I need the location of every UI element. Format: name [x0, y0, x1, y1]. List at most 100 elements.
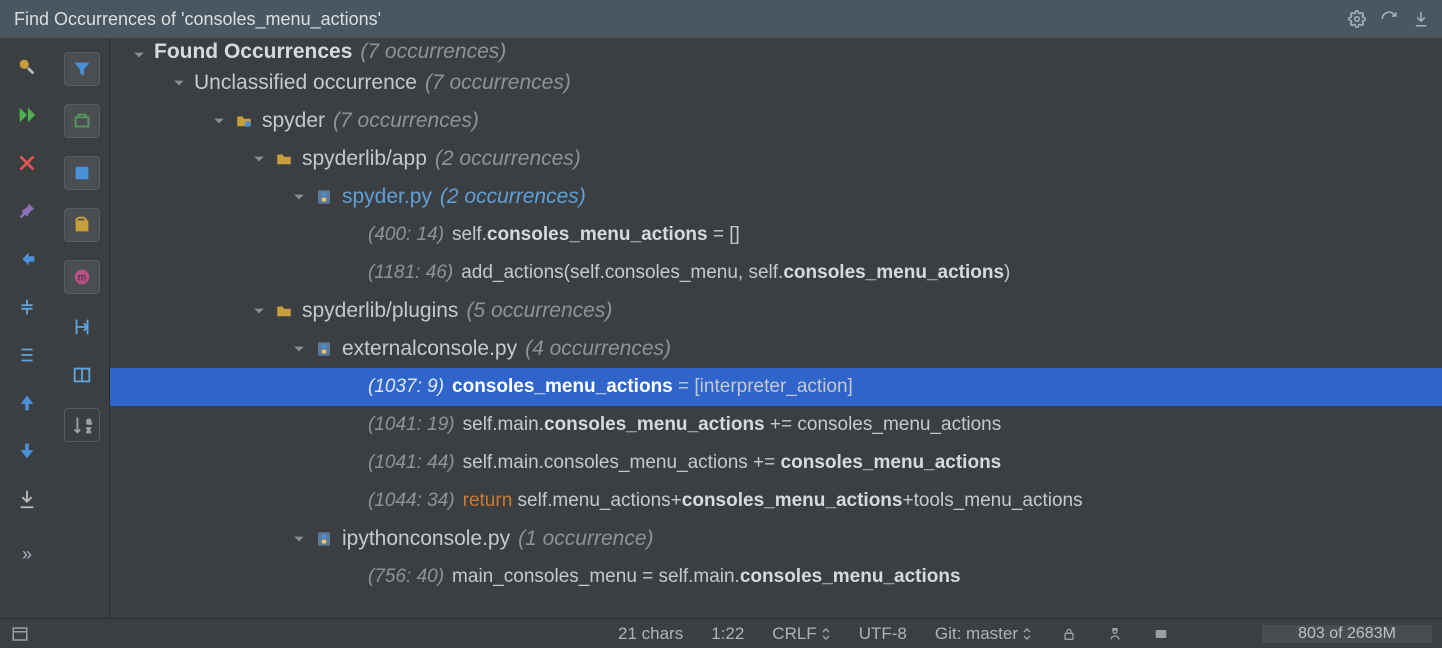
settings-wrench-icon[interactable]	[12, 52, 42, 82]
chevron-down-icon[interactable]	[210, 112, 228, 130]
status-position[interactable]: 1:22	[711, 624, 744, 644]
occurrence-code: add_actions(self.consoles_menu, self.con…	[461, 262, 1010, 284]
status-encoding[interactable]: UTF-8	[859, 624, 907, 644]
occurrence-location: (1041: 19)	[368, 414, 455, 436]
tree-node-file[interactable]: externalconsole.py (4 occurrences)	[110, 330, 1442, 368]
svg-text:m: m	[77, 273, 85, 284]
svg-text:z: z	[86, 425, 90, 434]
group-by-usage-icon[interactable]	[64, 156, 100, 190]
more-icon[interactable]: »	[22, 544, 32, 565]
inspector-icon[interactable]	[1106, 625, 1124, 643]
left-toolbar-secondary: m az	[54, 38, 110, 618]
folder-icon	[274, 301, 294, 321]
scroll-from-source-icon[interactable]	[67, 312, 97, 342]
occurrence-code: self.main.consoles_menu_actions += conso…	[463, 452, 1002, 474]
chevron-down-icon[interactable]	[290, 530, 308, 548]
tree-node-directory[interactable]: spyderlib/plugins (5 occurrences)	[110, 292, 1442, 330]
occurrence-code: main_consoles_menu = self.main.consoles_…	[452, 566, 961, 588]
expand-all-icon[interactable]	[12, 340, 42, 370]
group-by-file-icon[interactable]	[64, 208, 100, 242]
node-label: Unclassified occurrence	[194, 71, 417, 95]
status-bar: 21 chars 1:22 CRLF UTF-8 Git: master 803…	[0, 618, 1442, 648]
file-count: (1 occurrence)	[518, 527, 653, 551]
tree-leaf-occurrence[interactable]: (1041: 44) self.main.consoles_menu_actio…	[110, 444, 1442, 482]
chevron-down-icon[interactable]	[250, 150, 268, 168]
node-count: (5 occurrences)	[466, 299, 612, 323]
tool-window-title: Find Occurrences of 'consoles_menu_actio…	[14, 9, 381, 30]
chevron-down-icon[interactable]	[290, 188, 308, 206]
node-count: (7 occurrences)	[425, 71, 571, 95]
status-line-separator[interactable]: CRLF	[772, 624, 830, 644]
file-label: ipythonconsole.py	[342, 527, 510, 551]
tool-window-titlebar: Find Occurrences of 'consoles_menu_actio…	[0, 0, 1442, 38]
back-icon[interactable]	[12, 244, 42, 274]
gear-icon[interactable]	[1346, 8, 1368, 30]
node-label: spyderlib/plugins	[302, 299, 458, 323]
memory-text: 803 of 2683M	[1262, 625, 1432, 643]
tree-leaf-occurrence[interactable]: (1181: 46) add_actions(self.consoles_men…	[110, 254, 1442, 292]
occurrence-location: (756: 40)	[368, 566, 444, 588]
chevron-down-icon[interactable]	[170, 74, 188, 92]
occurrence-location: (1037: 9)	[368, 376, 444, 398]
occurrence-code: consoles_menu_actions = [interpreter_act…	[452, 376, 853, 398]
group-by-module-icon[interactable]	[64, 104, 100, 138]
node-label: spyder	[262, 109, 325, 133]
reload-icon[interactable]	[1378, 8, 1400, 30]
occurrence-location: (1181: 46)	[368, 262, 453, 284]
file-label: spyder.py	[342, 185, 432, 209]
main-content: » m az Found Occurre	[0, 38, 1442, 618]
tree-leaf-occurrence[interactable]: (400: 14) self.consoles_menu_actions = […	[110, 216, 1442, 254]
root-count: (7 occurrences)	[360, 40, 506, 64]
collapse-all-icon[interactable]	[12, 292, 42, 322]
prev-occurrence-icon[interactable]	[12, 388, 42, 418]
memory-indicator[interactable]: 803 of 2683M	[1262, 625, 1432, 643]
file-label: externalconsole.py	[342, 337, 517, 361]
export-icon[interactable]	[1410, 8, 1432, 30]
file-count: (2 occurrences)	[440, 185, 586, 209]
occurrence-location: (1041: 44)	[368, 452, 455, 474]
file-count: (4 occurrences)	[525, 337, 671, 361]
group-by-method-icon[interactable]: m	[64, 260, 100, 294]
notifications-icon[interactable]	[1152, 625, 1170, 643]
structure-view-icon[interactable]	[10, 624, 30, 644]
next-occurrence-icon[interactable]	[12, 436, 42, 466]
root-label: Found Occurrences	[154, 40, 352, 64]
tree-leaf-occurrence[interactable]: (1044: 34) return self.menu_actions+cons…	[110, 482, 1442, 520]
tree-leaf-occurrence[interactable]: (756: 40) main_consoles_menu = self.main…	[110, 558, 1442, 596]
tree-node-file[interactable]: spyder.py (2 occurrences)	[110, 178, 1442, 216]
occurrence-code: return self.menu_actions+consoles_menu_a…	[463, 490, 1083, 512]
chevron-down-icon[interactable]	[130, 46, 148, 64]
tree-node-unclassified[interactable]: Unclassified occurrence (7 occurrences)	[110, 64, 1442, 102]
status-chars: 21 chars	[618, 624, 683, 644]
tree-leaf-occurrence[interactable]: (1037: 9) consoles_menu_actions = [inter…	[110, 368, 1442, 406]
chevron-down-icon[interactable]	[290, 340, 308, 358]
close-icon[interactable]	[12, 148, 42, 178]
tree-leaf-occurrence[interactable]: (1041: 19) self.main.consoles_menu_actio…	[110, 406, 1442, 444]
occurrence-code: self.consoles_menu_actions = []	[452, 224, 740, 246]
python-file-icon	[314, 339, 334, 359]
pin-icon[interactable]	[12, 196, 42, 226]
sort-alpha-icon[interactable]: az	[64, 408, 100, 442]
occurrence-location: (1044: 34)	[368, 490, 455, 512]
status-git-branch[interactable]: Git: master	[935, 624, 1032, 644]
filter-icon[interactable]	[64, 52, 100, 86]
tree-node-directory[interactable]: spyderlib/app (2 occurrences)	[110, 140, 1442, 178]
tree-root[interactable]: Found Occurrences (7 occurrences)	[110, 38, 1442, 64]
tree-node-file[interactable]: ipythonconsole.py (1 occurrence)	[110, 520, 1442, 558]
node-count: (7 occurrences)	[333, 109, 479, 133]
tree-node-project[interactable]: spyder (7 occurrences)	[110, 102, 1442, 140]
python-file-icon	[314, 529, 334, 549]
left-toolbar-primary: »	[0, 38, 54, 618]
lock-icon[interactable]	[1060, 625, 1078, 643]
node-label: spyderlib/app	[302, 147, 427, 171]
python-file-icon	[314, 187, 334, 207]
rerun-icon[interactable]	[12, 100, 42, 130]
download-icon[interactable]	[12, 484, 42, 514]
chevron-down-icon[interactable]	[250, 302, 268, 320]
results-tree[interactable]: Found Occurrences (7 occurrences) Unclas…	[110, 38, 1442, 618]
folder-icon	[274, 149, 294, 169]
occurrence-code: self.main.consoles_menu_actions += conso…	[463, 414, 1002, 436]
occurrence-location: (400: 14)	[368, 224, 444, 246]
preview-icon[interactable]	[67, 360, 97, 390]
folder-project-icon	[234, 111, 254, 131]
